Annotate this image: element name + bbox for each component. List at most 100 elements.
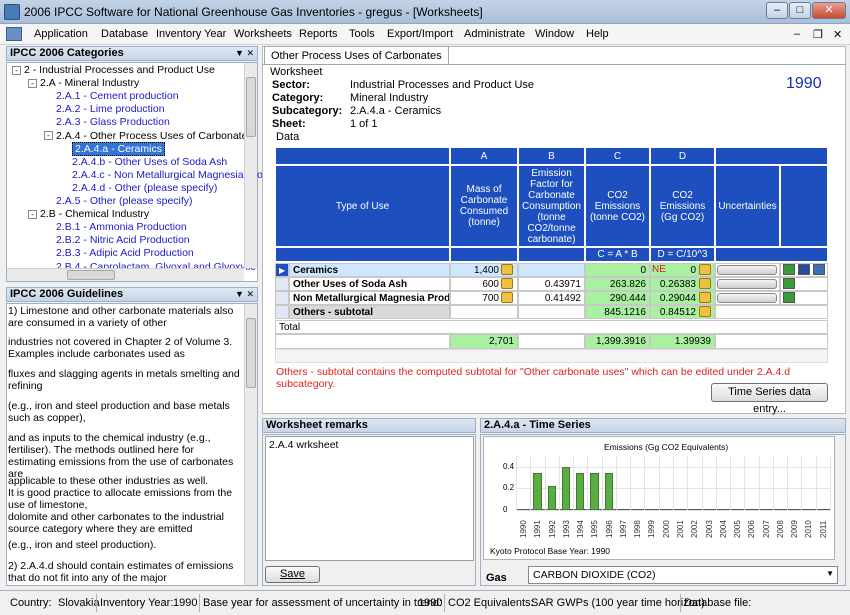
- row-selector[interactable]: [275, 305, 289, 319]
- tree-item[interactable]: 2.A.4.d - Other (please specify): [72, 182, 217, 194]
- mdi-minimize-button[interactable]: –: [794, 28, 800, 40]
- document-icon[interactable]: [783, 292, 795, 303]
- uncertainty-edit-button[interactable]: [717, 279, 777, 289]
- chart-bar: [561, 466, 571, 510]
- edit-pencil-icon[interactable]: [699, 306, 711, 317]
- menu-window[interactable]: Window: [535, 28, 574, 40]
- total-a-cell: 2,701: [450, 334, 518, 349]
- mdi-restore-button[interactable]: ❐: [813, 28, 823, 41]
- emission-factor-cell[interactable]: [518, 305, 585, 319]
- close-button[interactable]: ✕: [812, 2, 846, 19]
- col-letter-a: A: [450, 147, 518, 165]
- menu-tools[interactable]: Tools: [349, 28, 375, 40]
- emission-factor-cell[interactable]: 0.43971: [518, 277, 585, 291]
- remarks-textarea[interactable]: 2.A.4 wrksheet: [265, 436, 474, 561]
- tree-item[interactable]: 2.B.3 - Adipic Acid Production: [56, 247, 194, 259]
- base-year-value: 1990: [418, 597, 443, 609]
- tree-item[interactable]: 2.A.5 - Other (please specify): [56, 195, 193, 207]
- minimize-button[interactable]: –: [766, 2, 788, 19]
- panel-menu-chevron-icon[interactable]: ▼ ✕: [235, 47, 254, 60]
- tree-item-label: 2 - Industrial Processes and Product Use: [24, 64, 215, 76]
- tree-item[interactable]: 2.B.1 - Ammonia Production: [56, 221, 187, 233]
- emission-factor-cell[interactable]: [518, 263, 585, 277]
- menu-worksheets[interactable]: Worksheets: [234, 28, 292, 40]
- guidelines-panel-menu-icon[interactable]: ▼ ✕: [235, 288, 254, 301]
- guidelines-scroll-thumb[interactable]: [246, 318, 256, 388]
- save-button[interactable]: Save: [265, 566, 320, 583]
- header-type-of-use: Type of Use: [275, 165, 450, 247]
- tree-item[interactable]: -2.A - Mineral Industry: [28, 77, 139, 89]
- edit-pencil-icon[interactable]: [501, 278, 513, 289]
- x-tick-label: 1993: [561, 520, 571, 538]
- tab-other-process-uses[interactable]: Other Process Uses of Carbonates: [264, 46, 449, 65]
- x-tick-label: 2002: [690, 520, 700, 538]
- tree-item[interactable]: 2.A.1 - Cement production: [56, 90, 179, 102]
- refresh-icon[interactable]: [813, 264, 825, 275]
- total-label-row: Total: [275, 320, 828, 334]
- grid-corner-cell: [275, 147, 450, 165]
- edit-pencil-icon[interactable]: [501, 292, 513, 303]
- emission-factor-cell[interactable]: 0.41492: [518, 291, 585, 305]
- menu-administrate[interactable]: Administrate: [464, 28, 525, 40]
- collapse-toggle-icon[interactable]: -: [28, 209, 37, 219]
- x-tick-label: 2007: [761, 520, 771, 538]
- tree-vertical-scrollbar[interactable]: [244, 63, 257, 268]
- gas-select[interactable]: CARBON DIOXIDE (CO2) ▼: [528, 566, 838, 584]
- edit-pencil-icon[interactable]: [699, 264, 711, 275]
- menu-reports[interactable]: Reports: [299, 28, 338, 40]
- maximize-button[interactable]: □: [789, 2, 811, 19]
- tree-item[interactable]: -2.B - Chemical Industry: [28, 208, 149, 220]
- tree-item[interactable]: 2.A.4.a - Ceramics: [72, 141, 165, 156]
- collapse-toggle-icon[interactable]: -: [28, 78, 37, 88]
- menu-help[interactable]: Help: [586, 28, 609, 40]
- country-label: Country:: [10, 597, 52, 609]
- document-icon[interactable]: [783, 264, 795, 275]
- chart-gridline: [630, 456, 632, 510]
- x-tick-label: 1990: [519, 520, 528, 538]
- save-icon[interactable]: [798, 264, 810, 275]
- chart-gridline: [658, 456, 660, 510]
- tree-item[interactable]: -2.A.4 - Other Process Uses of Carbonate…: [44, 130, 253, 142]
- uncertainty-edit-button[interactable]: [717, 265, 777, 275]
- tree-horizontal-scrollbar[interactable]: [7, 268, 244, 281]
- menu-database[interactable]: Database: [101, 28, 148, 40]
- tree-item[interactable]: 2.A.3 - Glass Production: [56, 116, 170, 128]
- document-icon[interactable]: [783, 278, 795, 289]
- guideline-paragraph: fluxes and slagging agents in metals sme…: [8, 368, 240, 392]
- guidelines-panel-title: IPCC 2006 Guidelines: [10, 288, 124, 300]
- tree-item-label: 2.B - Chemical Industry: [40, 208, 150, 221]
- row-selector[interactable]: [275, 291, 289, 305]
- header-actions: [780, 165, 828, 247]
- edit-pencil-icon[interactable]: [501, 264, 513, 275]
- collapse-toggle-icon[interactable]: -: [44, 131, 53, 141]
- tree-item[interactable]: 2.A.4.c - Non Metallurgical Magnesia Pro: [72, 169, 263, 181]
- categories-panel-title: IPCC 2006 Categories: [10, 47, 124, 59]
- chart-bar: [547, 486, 556, 510]
- gas-select-value: CARBON DIOXIDE (CO2): [533, 569, 656, 581]
- uncertainty-edit-button[interactable]: [717, 293, 777, 303]
- guidelines-scrollbar[interactable]: [244, 304, 257, 585]
- tree-item[interactable]: 2.B.2 - Nitric Acid Production: [56, 234, 190, 246]
- tree-item[interactable]: -2 - Industrial Processes and Product Us…: [12, 64, 215, 76]
- mdi-close-button[interactable]: ✕: [833, 28, 842, 41]
- tree-item[interactable]: 2.A.2 - Lime production: [56, 103, 165, 115]
- chart-footer: Kyoto Protocol Base Year: 1990: [490, 546, 611, 556]
- mass-cell[interactable]: [450, 305, 518, 319]
- edit-pencil-icon[interactable]: [699, 292, 711, 303]
- menu-export-import[interactable]: Export/Import: [387, 28, 453, 40]
- chart-gridline: [815, 456, 817, 510]
- tree-item-label: 2.A.4.b - Other Uses of Soda Ash: [72, 155, 228, 168]
- x-tick-label: 2008: [775, 520, 785, 538]
- menu-inventory-year[interactable]: Inventory Year: [156, 28, 226, 40]
- tree-item-label: 2.A.5 - Other (please specify): [56, 195, 193, 207]
- subcategory-value: 2.A.4.a - Ceramics: [350, 105, 442, 117]
- row-selector[interactable]: [275, 277, 289, 291]
- collapse-toggle-icon[interactable]: -: [12, 65, 21, 75]
- edit-pencil-icon[interactable]: [699, 278, 711, 289]
- tree-item[interactable]: 2.A.4.b - Other Uses of Soda Ash: [72, 156, 227, 168]
- menu-application[interactable]: Application: [34, 28, 88, 40]
- row-selector-arrow-icon[interactable]: ▶: [275, 263, 289, 277]
- tree-scroll-thumb[interactable]: [246, 77, 256, 137]
- time-series-entry-button[interactable]: Time Series data entry...: [711, 383, 828, 415]
- tree-hscroll-thumb[interactable]: [67, 270, 115, 280]
